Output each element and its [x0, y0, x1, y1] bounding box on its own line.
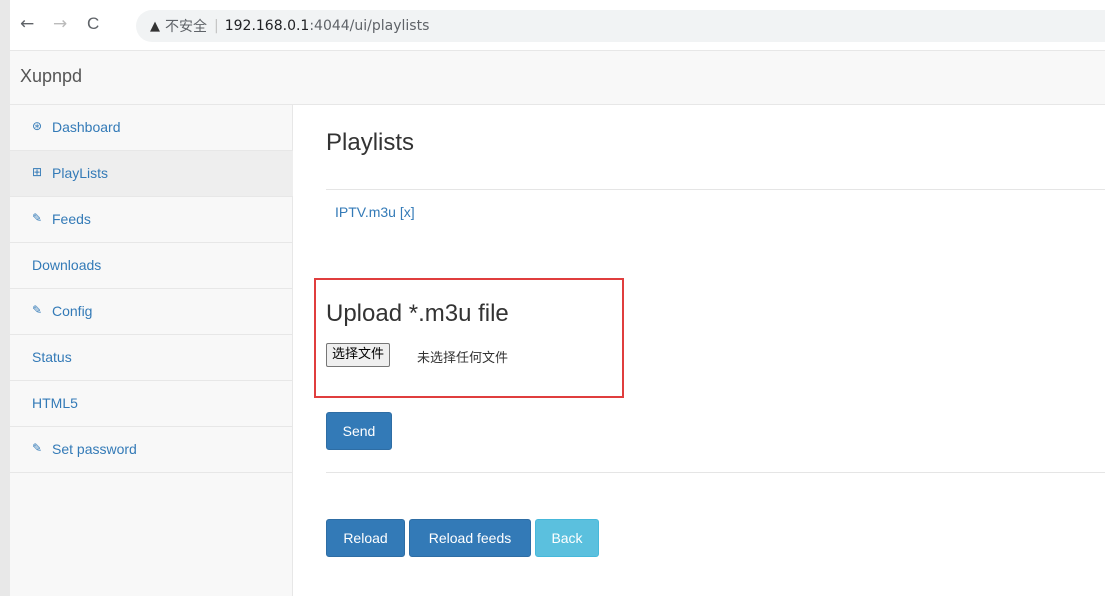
table-icon: ⊞ — [32, 165, 43, 179]
upload-title: Upload *.m3u file — [326, 300, 509, 327]
sidebar-item-html5[interactable]: HTML5 — [10, 381, 293, 427]
url-host: 192.168.0.1 — [224, 18, 310, 34]
sidebar-item-label: PlayLists — [52, 165, 109, 181]
app-navbar: Xupnpd — [10, 50, 1105, 105]
brand-link[interactable]: Xupnpd — [20, 66, 82, 87]
sidebar-item-label: Dashboard — [52, 119, 121, 135]
playlist-delete-link[interactable]: [x] — [400, 204, 415, 220]
forward-arrow-icon[interactable]: → — [53, 14, 67, 34]
back-arrow-icon[interactable]: ← — [20, 14, 34, 34]
dashboard-icon: ⊛ — [32, 119, 43, 133]
back-button[interactable]: Back — [535, 519, 599, 557]
sidebar-item-label: Downloads — [32, 257, 102, 273]
playlist-link[interactable]: IPTV.m3u — [335, 204, 396, 220]
sidebar-item-set-password[interactable]: ✎ Set password — [10, 427, 293, 473]
sidebar-item-label: Config — [52, 303, 93, 319]
edit-icon: ✎ — [32, 211, 43, 225]
sidebar-item-config[interactable]: ✎ Config — [10, 289, 293, 335]
warning-icon[interactable]: ▲ — [150, 19, 160, 34]
reload-icon[interactable]: C — [87, 14, 99, 34]
sidebar-item-playlists[interactable]: ⊞ PlayLists — [10, 151, 293, 197]
page-title: Playlists — [326, 129, 415, 156]
divider — [326, 472, 1105, 473]
main-content: Playlists IPTV.m3u [x] Upload *.m3u file… — [314, 105, 1105, 596]
sidebar-item-feeds[interactable]: ✎ Feeds — [10, 197, 293, 243]
window-edge — [0, 0, 10, 596]
address-bar[interactable]: ▲ 不安全 | 192.168.0.1 :4044/ui/playlists — [136, 10, 1105, 42]
reload-button[interactable]: Reload — [326, 519, 405, 557]
insecure-label[interactable]: 不安全 — [165, 16, 207, 36]
sidebar-item-label: Set password — [52, 441, 137, 457]
url-path: :4044/ui/playlists — [309, 18, 430, 34]
sidebar-item-label: HTML5 — [32, 395, 78, 411]
edit-icon: ✎ — [32, 441, 43, 455]
sidebar-item-downloads[interactable]: Downloads — [10, 243, 293, 289]
address-separator: | — [214, 18, 219, 34]
sidebar: ⊛ Dashboard ⊞ PlayLists ✎ Feeds Download… — [10, 105, 293, 596]
edit-icon: ✎ — [32, 303, 43, 317]
sidebar-item-label: Feeds — [52, 211, 91, 227]
playlist-item: IPTV.m3u [x] — [335, 204, 415, 220]
send-button[interactable]: Send — [326, 412, 392, 450]
sidebar-item-label: Status — [32, 349, 72, 365]
choose-file-button[interactable]: 选择文件 — [326, 343, 391, 367]
file-status-text: 未选择任何文件 — [417, 351, 509, 366]
divider — [326, 189, 1105, 190]
browser-toolbar: ← → C ▲ 不安全 | 192.168.0.1 :4044/ui/playl… — [0, 0, 1105, 596]
reload-feeds-button[interactable]: Reload feeds — [409, 519, 531, 557]
sidebar-item-dashboard[interactable]: ⊛ Dashboard — [10, 105, 293, 151]
sidebar-item-status[interactable]: Status — [10, 335, 293, 381]
upload-highlight-box — [314, 278, 624, 398]
